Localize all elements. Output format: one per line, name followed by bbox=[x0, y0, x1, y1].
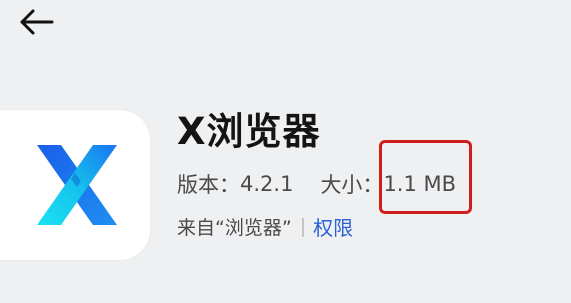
version-info: 版本： 4.2.1 bbox=[177, 169, 293, 199]
app-name: X浏览器 bbox=[177, 110, 321, 153]
size-highlight-box bbox=[379, 140, 472, 214]
arrow-left-icon bbox=[20, 9, 54, 35]
version-label: 版本： bbox=[177, 173, 240, 197]
size-label: 大小： bbox=[320, 173, 384, 197]
x-browser-logo-icon bbox=[37, 145, 117, 225]
version-value: 4.2.1 bbox=[240, 172, 294, 196]
back-button[interactable] bbox=[12, 2, 60, 42]
source-text: 来自“浏览器” bbox=[177, 216, 292, 239]
divider: | bbox=[299, 215, 307, 237]
app-icon bbox=[0, 110, 150, 260]
source-line: 来自“浏览器” | 权限 bbox=[177, 211, 353, 241]
permissions-link[interactable]: 权限 bbox=[313, 212, 353, 241]
